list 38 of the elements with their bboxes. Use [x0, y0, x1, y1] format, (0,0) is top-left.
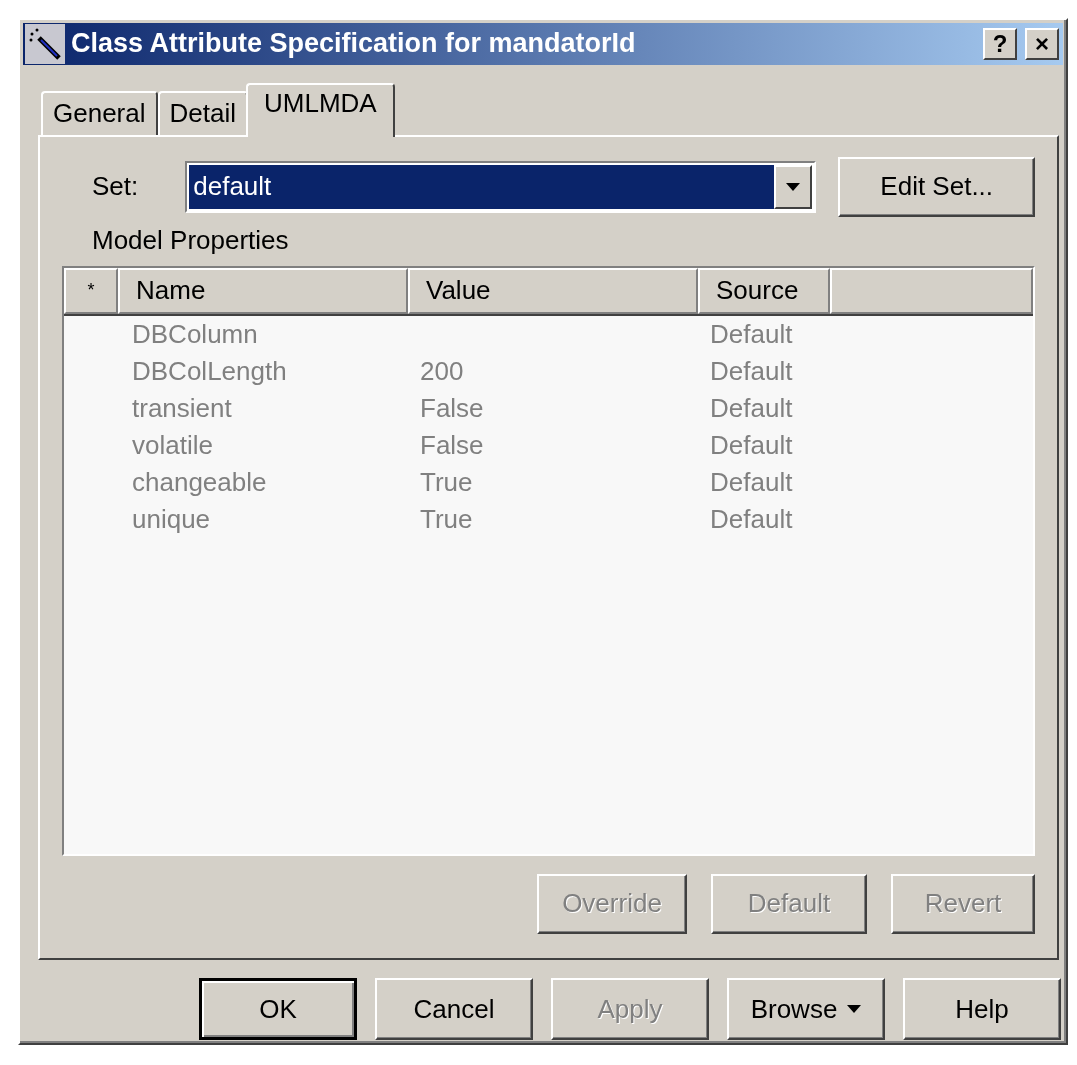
set-dropdown[interactable]: default [185, 160, 817, 213]
table-cell-text: DBColLength [131, 355, 288, 387]
help-button[interactable]: ? [983, 27, 1017, 60]
table-cell: False [420, 429, 484, 460]
table-cell-text: volatile [131, 429, 214, 461]
table-cell-text: changeable [131, 466, 268, 498]
caret-icon [847, 1005, 862, 1013]
table-cell: True [420, 503, 473, 534]
dialog-button[interactable]: Cancel [375, 978, 533, 1040]
dialog-button[interactable]: OK [199, 978, 357, 1040]
window-title: Class Attribute Specification for mandatorId [71, 28, 637, 60]
table-cell-text: transient [131, 392, 233, 424]
dropdown-arrow-icon [786, 182, 801, 191]
table-cell-text: Default [709, 318, 793, 350]
set-label: Set: [92, 171, 140, 203]
column-header[interactable]: Value [408, 267, 698, 314]
table-cell-text: Default [709, 503, 793, 535]
table-cell: True [420, 466, 473, 497]
table-cell-text: unique [131, 503, 212, 535]
tab[interactable]: UMLMDA [246, 82, 395, 137]
tab[interactable]: Detail [157, 90, 248, 137]
dialog-button[interactable]: Browse [727, 978, 885, 1040]
dialog-button[interactable]: Help [903, 978, 1061, 1040]
table-cell: False [420, 392, 484, 423]
tab[interactable]: General [41, 90, 158, 137]
table-cell-text: DBColumn [131, 318, 259, 350]
close-button[interactable]: × [1025, 27, 1059, 60]
wand-icon [25, 23, 65, 64]
table-cell-text: Default [709, 392, 793, 424]
table-cell-text: Default [709, 466, 793, 498]
column-header[interactable]: Name [118, 267, 408, 314]
table-cell: 200 [420, 355, 464, 386]
column-header[interactable]: * [64, 267, 118, 314]
model-properties-label: Model Properties [92, 224, 290, 256]
table-cell-text: Default [709, 355, 793, 387]
edit-set-button[interactable]: Edit Set... [838, 156, 1035, 217]
column-header[interactable]: Source [698, 267, 830, 314]
table-cell-text: Default [709, 429, 793, 461]
